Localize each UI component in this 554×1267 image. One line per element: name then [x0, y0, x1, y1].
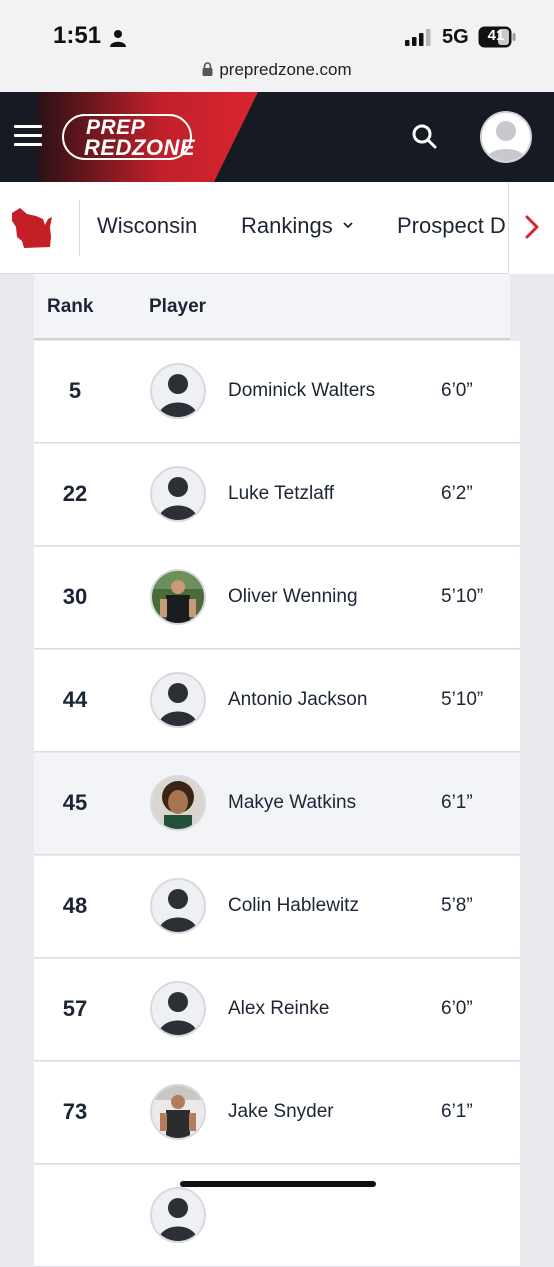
menu-icon[interactable]: [14, 125, 42, 147]
table-row[interactable]: 45 Makye Watkins 6’1”: [34, 753, 520, 855]
home-indicator[interactable]: [180, 1181, 376, 1187]
nav-item-rankings-label: Rankings: [241, 213, 333, 238]
player-height: 5’8”: [441, 895, 473, 916]
logo-text-redzone: REDZONE: [84, 135, 196, 160]
player-photo-placeholder[interactable]: [150, 981, 206, 1037]
table-row[interactable]: 48 Colin Hablewitz 5’8”: [34, 856, 520, 958]
player-height: 6’1”: [441, 1101, 473, 1122]
column-header-rank[interactable]: Rank: [47, 296, 93, 318]
player-photo-placeholder[interactable]: [150, 1187, 206, 1243]
nav-item-prospect[interactable]: Prospect D: [397, 213, 506, 239]
player-rank: 57: [62, 996, 88, 1021]
player-photo[interactable]: [150, 1084, 206, 1140]
table-row[interactable]: 5 Dominick Walters 6’0”: [34, 341, 520, 443]
player-photo[interactable]: [150, 569, 206, 625]
player-rank: 48: [62, 893, 88, 918]
player-name[interactable]: Alex Reinke: [228, 998, 329, 1020]
status-time: 1:51: [53, 22, 102, 49]
player-photo-placeholder[interactable]: [150, 878, 206, 934]
status-bar: 1:51 5G 41 prepredzone.com: [0, 0, 554, 92]
player-photo-placeholder[interactable]: [150, 672, 206, 728]
user-silhouette-icon: [486, 121, 526, 161]
table-row[interactable]: 73 Jake Snyder 6’1”: [34, 1062, 520, 1164]
player-height: 6’2”: [441, 483, 473, 504]
player-rank: 22: [62, 481, 88, 506]
player-height: 5’10”: [441, 689, 484, 710]
player-rank: 73: [62, 1099, 88, 1124]
site-header: PREP REDZONE: [0, 92, 554, 182]
table-row[interactable]: 30 Oliver Wenning 5’10”: [34, 547, 520, 649]
network-type: 5G: [442, 26, 469, 48]
player-name[interactable]: Antonio Jackson: [228, 689, 367, 711]
url-bar[interactable]: prepredzone.com: [0, 60, 554, 80]
nav-divider: [79, 200, 80, 256]
table-row[interactable]: 44 Antonio Jackson 5’10”: [34, 650, 520, 752]
player-name[interactable]: Colin Hablewitz: [228, 895, 359, 917]
player-name[interactable]: Makye Watkins: [228, 792, 356, 814]
state-nav: Wisconsin Rankings Prospect D: [0, 182, 554, 274]
player-height: 6’0”: [441, 998, 473, 1019]
nav-scroll-right-button[interactable]: [508, 182, 554, 274]
table-row[interactable]: 22 Luke Tetzlaff 6’2”: [34, 444, 520, 546]
player-rank: 30: [62, 584, 88, 609]
person-icon: [110, 30, 126, 47]
nav-item-rankings[interactable]: Rankings: [241, 213, 353, 239]
player-name[interactable]: Dominick Walters: [228, 380, 375, 402]
player-name[interactable]: Luke Tetzlaff: [228, 483, 334, 505]
column-header-player[interactable]: Player: [149, 296, 206, 318]
search-icon[interactable]: [410, 122, 438, 150]
chevron-down-icon: [343, 222, 353, 229]
battery-level: 41: [487, 27, 505, 44]
player-height: 6’0”: [441, 380, 473, 401]
player-photo[interactable]: [150, 775, 206, 831]
player-rank: 44: [62, 687, 88, 712]
player-name[interactable]: Jake Snyder: [228, 1101, 334, 1123]
player-rank: 45: [62, 790, 88, 815]
player-rank: 5: [68, 378, 82, 403]
table-row[interactable]: 57 Alex Reinke 6’0”: [34, 959, 520, 1061]
signal-icon: [405, 29, 431, 46]
player-photo-placeholder[interactable]: [150, 466, 206, 522]
chevron-right-icon: [525, 215, 539, 239]
player-photo-placeholder[interactable]: [150, 363, 206, 419]
user-avatar[interactable]: [480, 111, 532, 163]
player-height: 6’1”: [441, 792, 473, 813]
rankings-table-header: Rank Player: [34, 274, 510, 340]
site-logo[interactable]: PREP REDZONE: [62, 114, 198, 162]
player-height: 5’10”: [441, 586, 484, 607]
lock-icon: [202, 62, 213, 76]
wisconsin-map-icon: [12, 208, 52, 248]
nav-item-wisconsin[interactable]: Wisconsin: [97, 213, 197, 239]
url-text: prepredzone.com: [219, 60, 352, 79]
player-name[interactable]: Oliver Wenning: [228, 586, 358, 608]
